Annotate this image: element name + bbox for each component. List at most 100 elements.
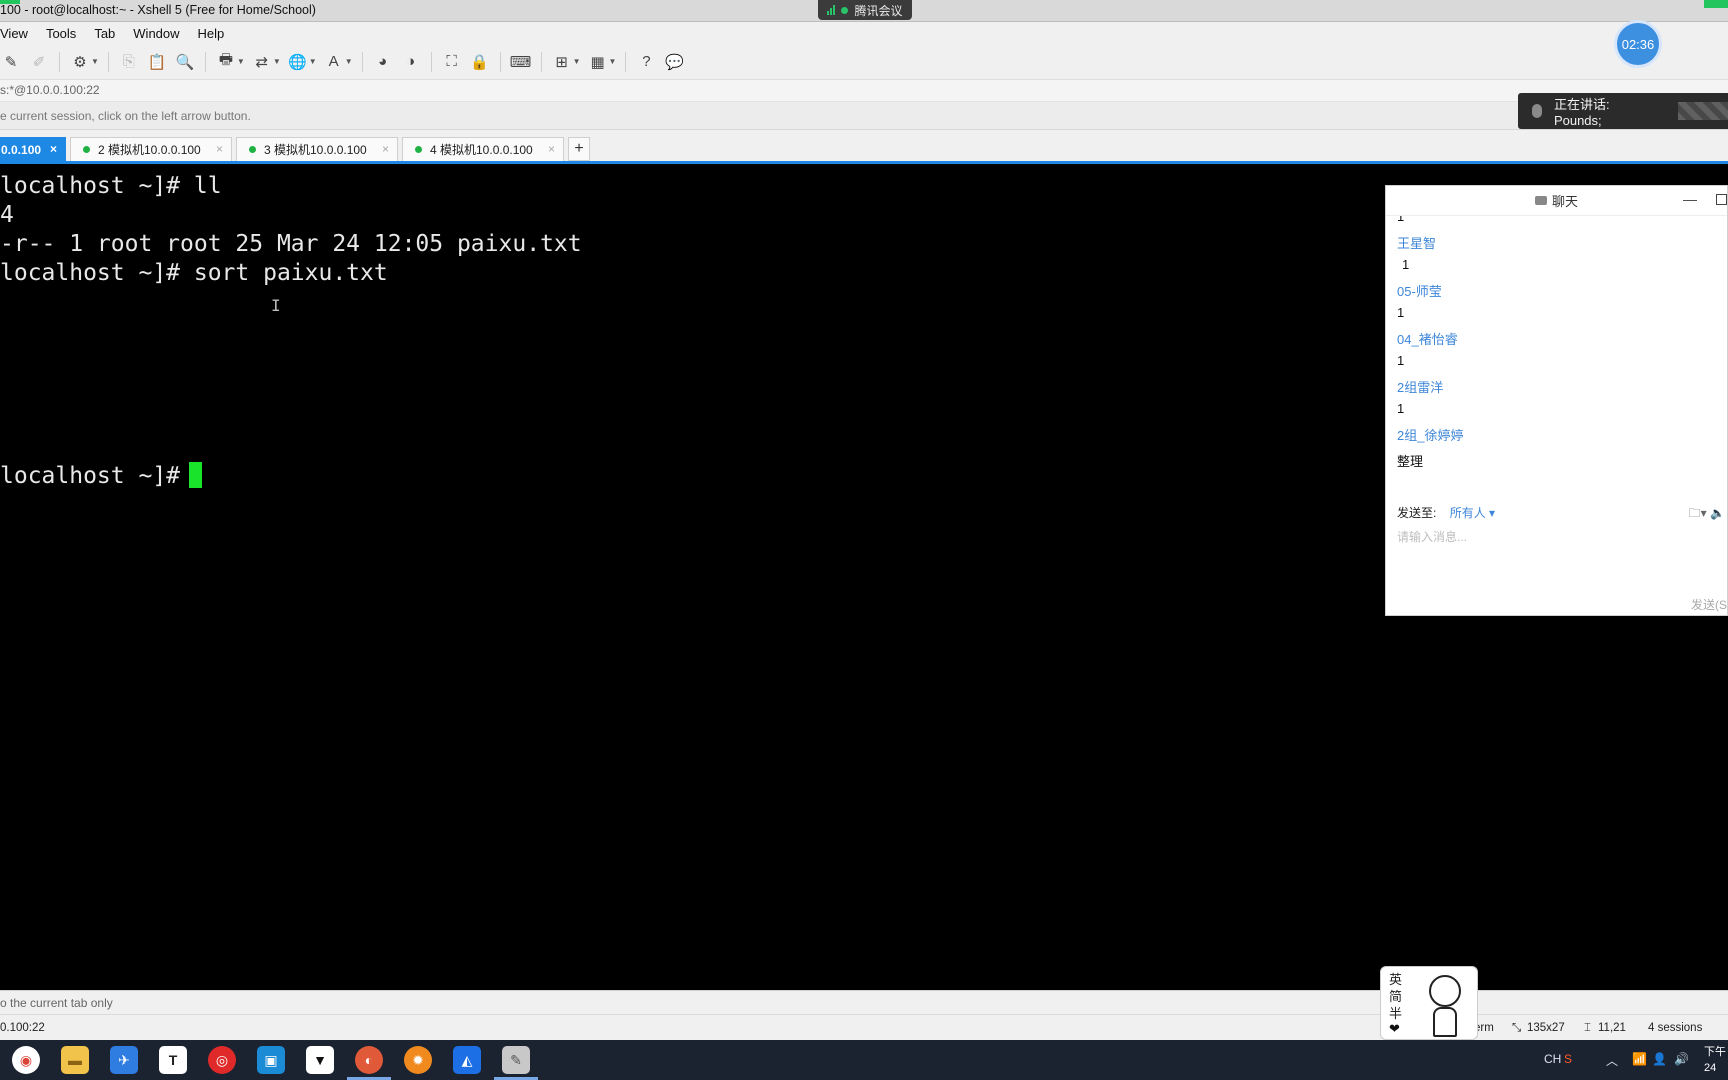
- folder-icon[interactable]: 🗀▾: [1689, 506, 1707, 520]
- chat-bubble-icon: 💬: [665, 53, 684, 71]
- add-tab-button[interactable]: +: [568, 137, 590, 161]
- connected-status-icon: [249, 146, 256, 153]
- window-accent: [1704, 0, 1728, 8]
- tab-session-4[interactable]: 4 模拟机10.0.0.100 ×: [402, 137, 564, 161]
- minimize-icon[interactable]: —: [1683, 191, 1697, 207]
- font-icon[interactable]: A: [323, 51, 345, 73]
- close-icon[interactable]: ×: [548, 142, 555, 156]
- close-icon[interactable]: ×: [50, 142, 57, 156]
- chat-message-input[interactable]: 请输入消息...: [1397, 528, 1467, 545]
- volume-icon[interactable]: 🔊: [1674, 1052, 1689, 1066]
- cartoon-face-icon: [1429, 975, 1461, 1007]
- user-tray-icon[interactable]: 👤: [1652, 1052, 1667, 1066]
- input-language[interactable]: CH: [1544, 1052, 1561, 1066]
- network-icon[interactable]: 📶: [1632, 1052, 1647, 1066]
- sogou-ime-icon[interactable]: S: [1564, 1052, 1572, 1066]
- sticker-widget[interactable]: 英简半 ❤: [1380, 966, 1478, 1040]
- chat-message-list[interactable]: 1 王星智 1 05-师莹 1 04_褚怡睿 1 2组雷洋 1 2组_徐婷婷: [1397, 216, 1717, 446]
- pen-icon[interactable]: ✎: [0, 51, 22, 73]
- tab-session-1[interactable]: 0.0.100 ×: [0, 137, 66, 161]
- window-titlebar: 100 - root@localhost:~ - Xshell 5 (Free …: [0, 0, 1728, 22]
- tray-expand-icon[interactable]: ︿: [1606, 1052, 1618, 1069]
- terminal-line: -r-- 1 root root 25 Mar 24 12:05 paixu.t…: [0, 231, 582, 257]
- paste-icon[interactable]: 📋: [146, 51, 168, 73]
- meeting-indicator[interactable]: 腾讯会议: [818, 0, 912, 20]
- chrome-icon[interactable]: ◉: [12, 1046, 40, 1074]
- speaking-indicator: 正在讲话: Pounds;: [1518, 93, 1728, 129]
- chevron-down-icon[interactable]: ▼: [345, 57, 353, 66]
- globe-icon[interactable]: 🌐: [287, 51, 309, 73]
- netease-music-icon[interactable]: ◎: [208, 1046, 236, 1074]
- xshell-taskbar-icon[interactable]: ◐: [347, 1046, 391, 1080]
- meeting-app-icon[interactable]: ◭: [453, 1046, 481, 1074]
- layout-icon[interactable]: ▦: [587, 51, 609, 73]
- paint-app-icon[interactable]: ✎: [494, 1046, 538, 1080]
- chevron-down-icon[interactable]: ▼: [273, 57, 281, 66]
- help-icon[interactable]: ?: [635, 51, 657, 73]
- chat-sender: 2组_徐婷婷: [1397, 428, 1464, 443]
- file-explorer-icon[interactable]: ▬: [61, 1046, 89, 1074]
- chat-message-text: 1: [1397, 353, 1405, 368]
- send-to-dropdown[interactable]: 所有人 ▾: [1450, 506, 1495, 520]
- send-to-value: 所有人: [1449, 506, 1486, 520]
- properties-icon[interactable]: ⚙: [69, 51, 91, 73]
- window-title: 100 - root@localhost:~ - Xshell 5 (Free …: [0, 3, 316, 17]
- menu-tools[interactable]: Tools: [46, 26, 76, 41]
- menu-window[interactable]: Window: [133, 26, 179, 41]
- taskbar-clock[interactable]: 下午 24: [1704, 1044, 1726, 1076]
- menu-view[interactable]: View: [0, 26, 28, 41]
- maximize-icon[interactable]: [1716, 194, 1727, 205]
- chevron-down-icon[interactable]: ▼: [609, 57, 617, 66]
- copy-icon: ⎘: [122, 53, 135, 70]
- chevron-down-icon[interactable]: ▼: [309, 57, 317, 66]
- chevron-down-icon[interactable]: ▼: [91, 57, 99, 66]
- session-hint-text: e current session, click on the left arr…: [0, 109, 251, 123]
- print-icon[interactable]: 🖶: [215, 51, 237, 73]
- pencil-disabled-icon: ✐: [32, 53, 46, 71]
- meeting-timer[interactable]: 02:36: [1614, 20, 1662, 68]
- speaker-avatar: [1678, 102, 1728, 120]
- fullscreen-icon[interactable]: ⛶: [441, 51, 463, 73]
- address-bar[interactable]: s:*@10.0.0.100:22: [0, 80, 1728, 102]
- toolbar-separator: [107, 51, 109, 72]
- toolbar-separator: [204, 51, 206, 72]
- session-hint-bar: e current session, click on the left arr…: [0, 102, 1728, 130]
- settings-app-icon[interactable]: ✹: [404, 1046, 432, 1074]
- send-button[interactable]: 发送(S: [1691, 596, 1727, 613]
- window-app-icon[interactable]: ▣: [257, 1046, 285, 1074]
- toolbar-separator: [540, 51, 542, 72]
- status-address: 0.100:22: [0, 1022, 45, 1034]
- chevron-down-icon[interactable]: ▼: [573, 57, 581, 66]
- taskbar: ◉ ▬ ✈ T ◎ ▣ ▼ ◐ ✹ ◭ ✎ CH S ︿ 📶 👤 🔊 下午 24: [0, 1040, 1728, 1080]
- xshell-icon[interactable]: ◑: [400, 51, 422, 73]
- tab-session-2[interactable]: 2 模拟机10.0.0.100 ×: [70, 137, 232, 161]
- clock-time: 24: [1704, 1062, 1717, 1074]
- address-text: s:*@10.0.0.100:22: [0, 83, 100, 97]
- toolbar-separator: [430, 51, 432, 72]
- speaker-icon[interactable]: 🔈: [1710, 506, 1725, 520]
- search-icon[interactable]: 🔍: [174, 51, 196, 73]
- tab-label: 0.0.100: [1, 142, 42, 157]
- chevron-down-icon[interactable]: ▼: [237, 57, 245, 66]
- sticker-text: 英简半: [1389, 972, 1403, 1021]
- keyboard-icon[interactable]: ⌨: [510, 51, 532, 73]
- menu-tab[interactable]: Tab: [94, 26, 115, 41]
- status-cursor: 11,21: [1598, 1022, 1626, 1034]
- compose-tip-text: o the current tab only: [0, 996, 113, 1010]
- bird-app-icon[interactable]: ✈: [110, 1046, 138, 1074]
- media-app-icon[interactable]: ▼: [306, 1046, 334, 1074]
- tab-label: 3 模拟机10.0.0.100: [264, 143, 367, 157]
- meeting-label: 腾讯会议: [854, 3, 903, 18]
- new-tab-icon[interactable]: ⊞: [551, 51, 573, 73]
- menu-help[interactable]: Help: [198, 26, 225, 41]
- close-icon[interactable]: ×: [382, 142, 389, 156]
- chat-message-text: 整理: [1397, 454, 1424, 469]
- tab-label: 2 模拟机10.0.0.100: [98, 143, 201, 157]
- tab-session-3[interactable]: 3 模拟机10.0.0.100 ×: [236, 137, 398, 161]
- close-icon[interactable]: ×: [216, 142, 223, 156]
- terminal-line: localhost ~]# ll: [0, 173, 222, 199]
- typora-icon[interactable]: T: [159, 1046, 187, 1074]
- transfer-icon[interactable]: ⇄: [251, 51, 273, 73]
- xftp-icon[interactable]: ◕: [372, 51, 394, 73]
- lock-icon[interactable]: 🔒: [469, 51, 491, 73]
